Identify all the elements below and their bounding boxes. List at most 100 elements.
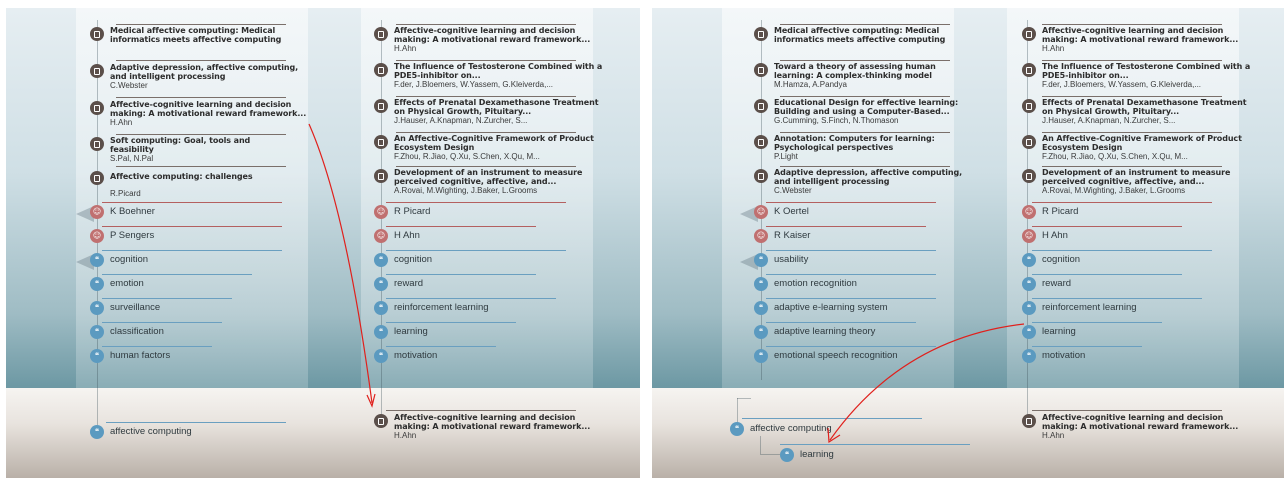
ground-tag-item[interactable]: ❝ affective computing — [730, 421, 832, 437]
document-item[interactable]: Development of an instrument to measure … — [1022, 168, 1252, 195]
right-panel: Medical affective computing: Medical inf… — [652, 8, 1284, 478]
person-icon: ☺ — [1022, 205, 1036, 219]
tag-item[interactable]: ❝ emotion — [90, 276, 144, 292]
document-title: Development of an instrument to measure … — [394, 168, 583, 186]
tag-item[interactable]: ❝ emotion recognition — [754, 276, 857, 292]
tag-item[interactable]: ❝ reward — [1022, 276, 1071, 292]
tag-icon: ❝ — [90, 277, 104, 291]
tag-item[interactable]: ❝ learning — [374, 324, 428, 340]
document-icon — [754, 63, 768, 77]
document-authors: H.Ahn — [394, 44, 417, 53]
person-item[interactable]: ☺ R Picard — [1022, 204, 1078, 220]
document-item[interactable]: Affective-cognitive learning and decisio… — [1022, 26, 1252, 53]
document-title: The Influence of Testosterone Combined w… — [394, 62, 603, 80]
person-item[interactable]: ☺ P Sengers — [90, 228, 154, 244]
tag-item[interactable]: ❝ cognition — [374, 252, 432, 268]
tag-label: usability — [774, 254, 809, 265]
document-item[interactable]: Affective computing: challenges R.Picard — [90, 170, 310, 198]
document-icon — [374, 169, 388, 183]
tag-item[interactable]: ❝ human factors — [90, 348, 170, 364]
document-title: An Affective-Cognitive Framework of Prod… — [394, 134, 594, 152]
tag-item[interactable]: ❝ reinforcement learning — [1022, 300, 1137, 316]
document-authors: R.Picard — [110, 189, 141, 198]
tag-label: adaptive e-learning system — [774, 302, 888, 313]
tag-icon: ❝ — [754, 253, 768, 267]
document-item[interactable]: Adaptive depression, affective computing… — [754, 168, 979, 195]
tag-item[interactable]: ❝ cognition — [1022, 252, 1080, 268]
document-icon — [1022, 63, 1036, 77]
tag-item[interactable]: ❝ adaptive learning theory — [754, 324, 875, 340]
tag-label: cognition — [394, 254, 433, 265]
document-item[interactable]: Affective-cognitive learning and decisio… — [90, 100, 315, 127]
document-title: Affective-cognitive learning and decisio… — [1042, 26, 1239, 44]
person-item[interactable]: ☺ H Ahn — [374, 228, 420, 244]
document-icon — [90, 64, 104, 78]
document-authors: G.Cumming, S.Finch, N.Thomason — [774, 116, 899, 125]
document-item[interactable]: Medical affective computing: Medical inf… — [754, 26, 964, 44]
document-item[interactable]: An Affective-Cognitive Framework of Prod… — [374, 134, 594, 161]
document-item[interactable]: Effects of Prenatal Dexamethasone Treatm… — [374, 98, 604, 125]
document-icon — [90, 137, 104, 151]
tag-icon: ❝ — [90, 253, 104, 267]
person-icon: ☺ — [374, 229, 388, 243]
person-item[interactable]: ☺ R Picard — [374, 204, 430, 220]
document-item[interactable]: The Influence of Testosterone Combined w… — [1022, 62, 1252, 89]
tag-item[interactable]: ❝ motivation — [1022, 348, 1085, 364]
tag-item[interactable]: ❝ reward — [374, 276, 423, 292]
tag-label: reward — [1042, 278, 1072, 289]
document-item[interactable]: Effects of Prenatal Dexamethasone Treatm… — [1022, 98, 1252, 125]
ground-tag-item[interactable]: ❝ affective computing — [90, 424, 192, 440]
tag-item[interactable]: ❝ motivation — [374, 348, 437, 364]
tag-item[interactable]: ❝ cognition — [90, 252, 148, 268]
tag-item[interactable]: ❝ emotional speech recognition — [754, 348, 898, 364]
tag-icon: ❝ — [754, 301, 768, 315]
document-title: Affective-cognitive learning and decisio… — [1042, 413, 1239, 431]
tag-item[interactable]: ❝ classification — [90, 324, 164, 340]
document-item[interactable]: Annotation: Computers for learning: Psyc… — [754, 134, 944, 161]
person-name: K Boehner — [110, 206, 155, 217]
document-title: Effects of Prenatal Dexamethasone Treatm… — [394, 98, 599, 116]
tag-icon: ❝ — [1022, 325, 1036, 339]
ground-document-item[interactable]: Affective-cognitive learning and decisio… — [374, 413, 604, 440]
tag-icon: ❝ — [374, 277, 388, 291]
ground-tag-child-item[interactable]: ❝ learning — [780, 447, 834, 463]
person-item[interactable]: ☺ R Kaiser — [754, 228, 810, 244]
document-item[interactable]: Toward a theory of assessing human learn… — [754, 62, 954, 89]
tag-item[interactable]: ❝ usability — [754, 252, 808, 268]
tag-label: learning — [800, 449, 834, 460]
tag-icon: ❝ — [780, 448, 794, 462]
document-item[interactable]: An Affective-Cognitive Framework of Prod… — [1022, 134, 1242, 161]
tag-label: human factors — [110, 350, 171, 361]
tag-item[interactable]: ❝ learning — [1022, 324, 1076, 340]
document-item[interactable]: Medical affective computing: Medical inf… — [90, 26, 300, 44]
document-title: Toward a theory of assessing human learn… — [774, 62, 936, 80]
document-item[interactable]: Soft computing: Goal, tools and feasibil… — [90, 136, 280, 163]
person-icon: ☺ — [754, 229, 768, 243]
tag-label: cognition — [110, 254, 149, 265]
tag-label: reinforcement learning — [394, 302, 489, 313]
document-item[interactable]: Affective-cognitive learning and decisio… — [374, 26, 604, 53]
document-item[interactable]: Development of an instrument to measure … — [374, 168, 604, 195]
document-item[interactable]: Adaptive depression, affective computing… — [90, 63, 310, 90]
person-name: R Kaiser — [774, 230, 811, 241]
ground-document-item[interactable]: Affective-cognitive learning and decisio… — [1022, 413, 1252, 440]
document-authors: H.Ahn — [1042, 431, 1065, 440]
person-item[interactable]: ☺ K Oertel — [754, 204, 809, 220]
tag-icon: ❝ — [374, 349, 388, 363]
tag-item[interactable]: ❝ reinforcement learning — [374, 300, 489, 316]
tag-item[interactable]: ❝ surveillance — [90, 300, 160, 316]
person-name: P Sengers — [110, 230, 155, 241]
document-title: Soft computing: Goal, tools and feasibil… — [110, 136, 251, 154]
document-item[interactable]: The Influence of Testosterone Combined w… — [374, 62, 604, 89]
document-authors: H.Ahn — [394, 431, 417, 440]
tag-icon: ❝ — [730, 422, 744, 436]
tag-icon: ❝ — [90, 325, 104, 339]
person-item[interactable]: ☺ H Ahn — [1022, 228, 1068, 244]
tag-icon: ❝ — [754, 325, 768, 339]
person-item[interactable]: ☺ K Boehner — [90, 204, 155, 220]
document-authors: S.Pal, N.Pal — [110, 154, 154, 163]
document-title: Adaptive depression, affective computing… — [774, 168, 963, 186]
tag-item[interactable]: ❝ adaptive e-learning system — [754, 300, 888, 316]
document-authors: H.Ahn — [110, 118, 133, 127]
document-item[interactable]: Educational Design for effective learnin… — [754, 98, 974, 125]
